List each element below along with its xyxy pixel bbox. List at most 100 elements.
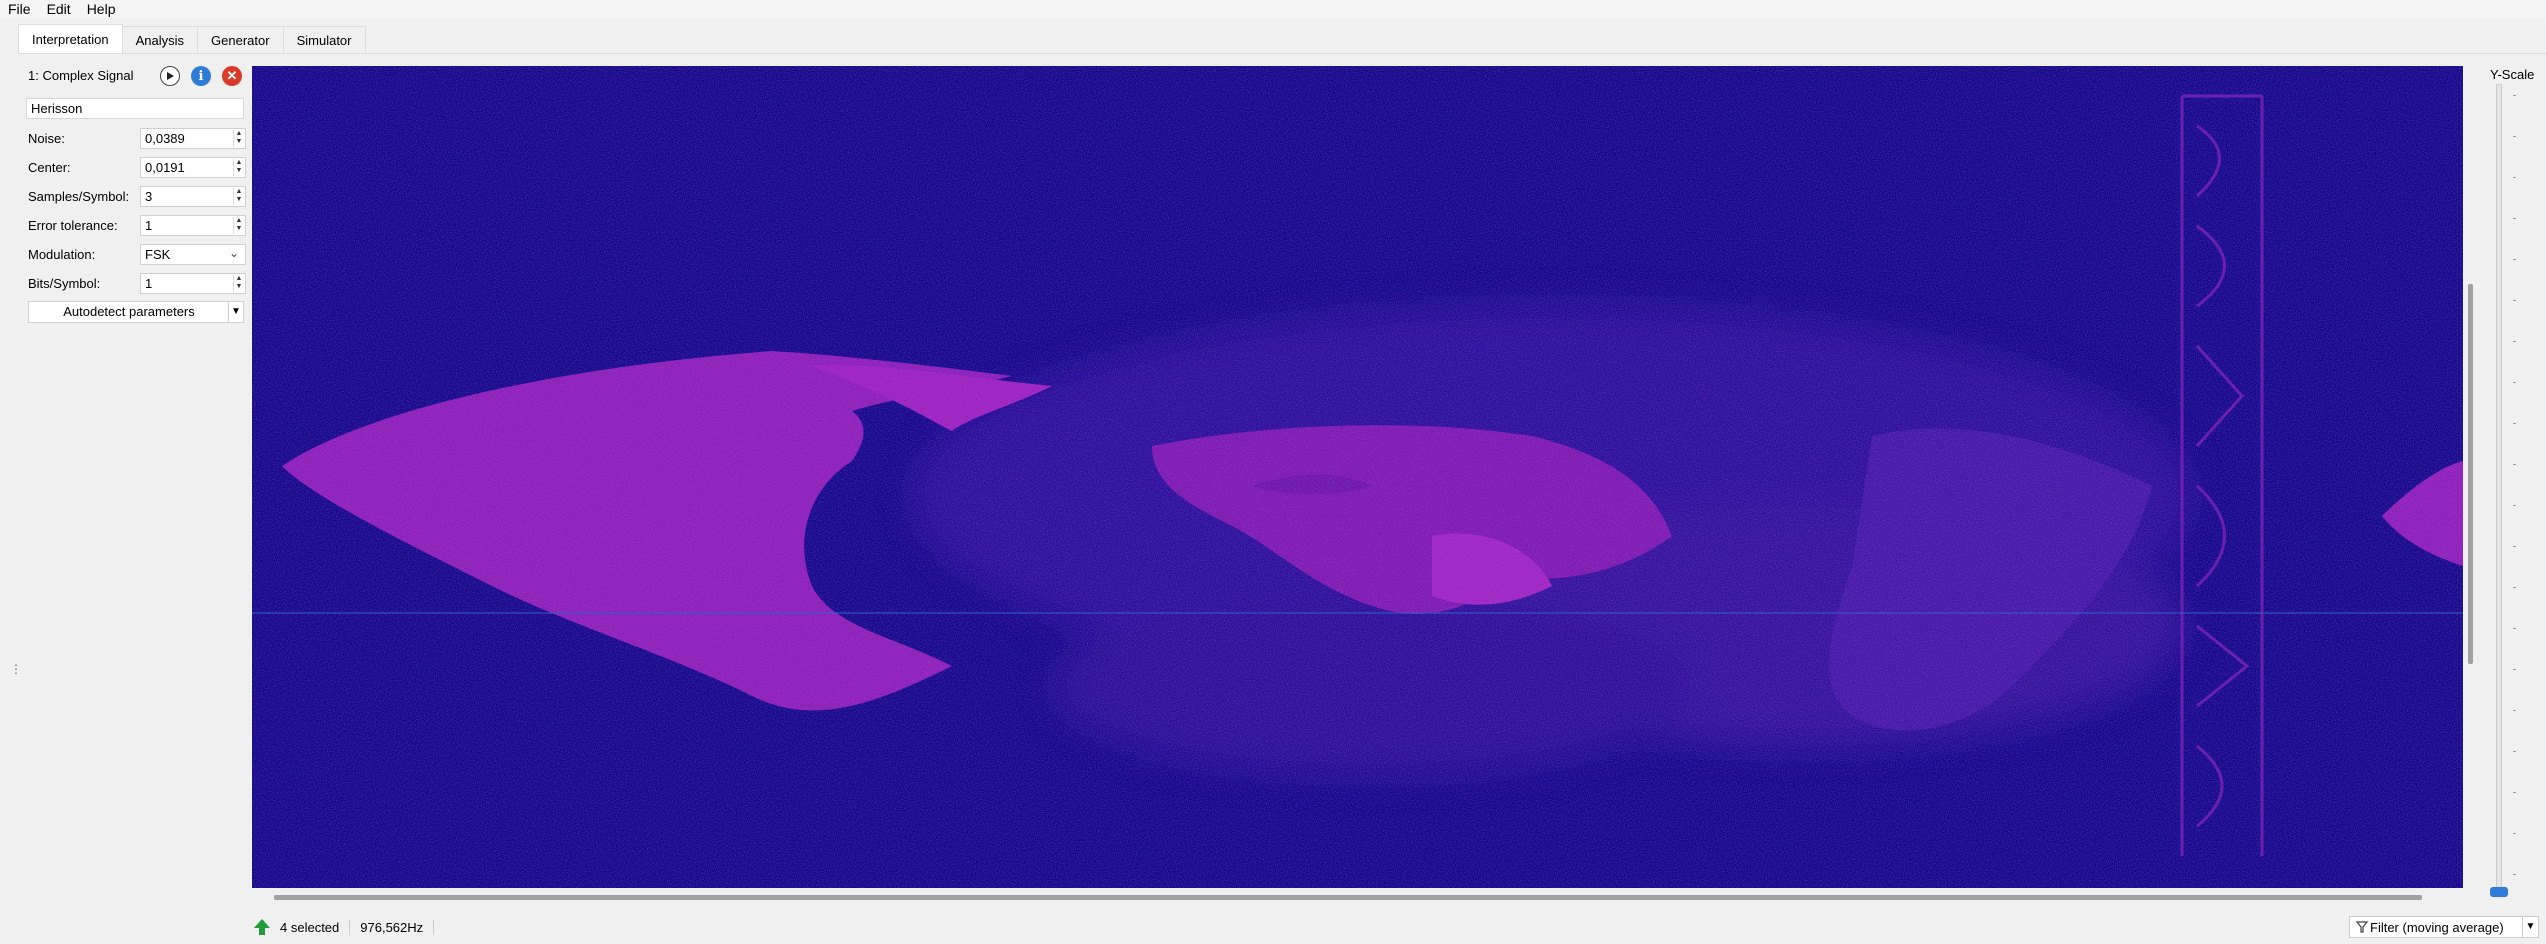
chevron-up-icon[interactable]: ▲ xyxy=(234,275,244,283)
y-scale-tick xyxy=(2513,792,2516,793)
close-signal-button[interactable]: ✕ xyxy=(222,66,242,86)
noise-row: Noise: 0,0389 ▲ ▼ xyxy=(28,128,248,150)
autodetect-label[interactable]: Autodetect parameters xyxy=(29,302,229,322)
tab-simulator[interactable]: Simulator xyxy=(282,26,366,53)
chevron-down-icon[interactable]: ▼ xyxy=(234,283,244,291)
y-scale-tick xyxy=(2513,710,2516,711)
y-scale-tick xyxy=(2513,505,2516,506)
signal-name-input[interactable]: Herisson xyxy=(26,98,244,119)
chevron-up-icon[interactable]: ▲ xyxy=(234,217,244,225)
y-scale-handle[interactable] xyxy=(2490,887,2508,897)
menu-bar: File Edit Help xyxy=(0,0,2546,18)
bits-per-symbol-label: Bits/Symbol: xyxy=(28,276,101,291)
spectrogram-image xyxy=(252,66,2463,888)
error-tolerance-label: Error tolerance: xyxy=(28,218,118,233)
info-icon: i xyxy=(198,68,204,84)
center-stepper[interactable]: ▲ ▼ xyxy=(233,159,244,176)
y-scale-label: Y-Scale xyxy=(2490,67,2535,82)
play-icon xyxy=(167,72,174,80)
modulation-label: Modulation: xyxy=(28,247,96,262)
noise-label: Noise: xyxy=(28,131,65,146)
filter-label: Filter (moving average) xyxy=(2370,920,2504,935)
tab-generator[interactable]: Generator xyxy=(197,26,284,53)
y-scale-tick xyxy=(2513,751,2516,752)
center-row: Center: 0,0191 ▲ ▼ xyxy=(28,157,248,179)
bits-per-symbol-value: 1 xyxy=(145,276,153,291)
y-scale-slider[interactable] xyxy=(2496,84,2502,894)
play-button[interactable] xyxy=(160,66,180,86)
menu-file[interactable]: File xyxy=(0,0,39,18)
filter-icon xyxy=(2355,921,2369,933)
menu-edit[interactable]: Edit xyxy=(39,0,79,18)
bits-per-symbol-stepper[interactable]: ▲ ▼ xyxy=(233,275,244,292)
center-value: 0,0191 xyxy=(145,160,185,175)
chevron-down-icon: ⌄ xyxy=(228,246,239,260)
noise-value: 0,0389 xyxy=(145,131,185,146)
chevron-down-icon[interactable]: ▼ xyxy=(234,167,244,175)
bits-per-symbol-spinbox[interactable]: 1 ▲ ▼ xyxy=(140,273,246,294)
horizontal-scrollbar[interactable] xyxy=(252,890,2463,904)
error-tolerance-stepper[interactable]: ▲ ▼ xyxy=(233,217,244,234)
y-scale-tick xyxy=(2513,874,2516,875)
noise-stepper[interactable]: ▲ ▼ xyxy=(233,130,244,147)
autodetect-parameters-button[interactable]: Autodetect parameters ▼ xyxy=(28,301,244,323)
signal-title: 1: Complex Signal xyxy=(28,68,134,83)
menu-help[interactable]: Help xyxy=(79,0,124,18)
info-button[interactable]: i xyxy=(191,66,211,86)
chevron-down-icon[interactable]: ▼ xyxy=(234,196,244,204)
y-scale-tick xyxy=(2513,382,2516,383)
y-scale-tick xyxy=(2513,587,2516,588)
y-scale-tick xyxy=(2513,177,2516,178)
y-scale-tick xyxy=(2513,300,2516,301)
filter-menu-arrow-icon[interactable]: ▼ xyxy=(2522,917,2538,937)
error-tolerance-value: 1 xyxy=(145,218,153,233)
tab-divider xyxy=(18,53,2546,54)
spectrogram-view[interactable] xyxy=(252,66,2463,888)
chevron-up-icon[interactable]: ▲ xyxy=(234,159,244,167)
center-label: Center: xyxy=(28,160,71,175)
modulation-value: FSK xyxy=(145,247,171,262)
chevron-down-icon[interactable]: ▼ xyxy=(234,138,244,146)
y-scale-tick xyxy=(2513,341,2516,342)
chevron-down-icon[interactable]: ▼ xyxy=(234,225,244,233)
modulation-select[interactable]: FSK ⌄ xyxy=(140,244,246,265)
chevron-up-icon[interactable]: ▲ xyxy=(234,130,244,138)
y-scale-tick xyxy=(2513,464,2516,465)
horizontal-scroll-thumb[interactable] xyxy=(274,895,2422,900)
status-bar: 4 selected 976,562Hz xyxy=(252,914,435,940)
close-icon: ✕ xyxy=(226,68,238,83)
y-scale-tick xyxy=(2513,423,2516,424)
autodetect-menu-arrow-icon[interactable]: ▼ xyxy=(228,302,243,322)
tab-interpretation[interactable]: Interpretation xyxy=(18,24,123,53)
vertical-scrollbar[interactable] xyxy=(2466,66,2476,888)
y-scale-tick xyxy=(2513,833,2516,834)
frequency-readout: 976,562Hz xyxy=(350,919,435,935)
y-scale-tick xyxy=(2513,546,2516,547)
y-scale-tick xyxy=(2513,136,2516,137)
filter-button[interactable]: Filter (moving average) ▼ xyxy=(2349,916,2539,938)
samples-per-symbol-stepper[interactable]: ▲ ▼ xyxy=(233,188,244,205)
error-tolerance-spinbox[interactable]: 1 ▲ ▼ xyxy=(140,215,246,236)
chevron-up-icon[interactable]: ▲ xyxy=(234,188,244,196)
error-tolerance-row: Error tolerance: 1 ▲ ▼ xyxy=(28,215,248,237)
vertical-scroll-thumb[interactable] xyxy=(2468,284,2473,664)
main-tabs: Interpretation Analysis Generator Simula… xyxy=(18,24,366,54)
samples-per-symbol-spinbox[interactable]: 3 ▲ ▼ xyxy=(140,186,246,207)
y-scale-tick xyxy=(2513,259,2516,260)
spectrogram-noise xyxy=(252,66,2463,888)
modulation-row: Modulation: FSK ⌄ xyxy=(28,244,248,266)
samples-per-symbol-value: 3 xyxy=(145,189,153,204)
noise-spinbox[interactable]: 0,0389 ▲ ▼ xyxy=(140,128,246,149)
center-spinbox[interactable]: 0,0191 ▲ ▼ xyxy=(140,157,246,178)
splitter-handle[interactable]: ⋮ xyxy=(10,662,22,676)
y-scale-tick xyxy=(2513,95,2516,96)
samples-per-symbol-label: Samples/Symbol: xyxy=(28,189,130,204)
bits-per-symbol-row: Bits/Symbol: 1 ▲ ▼ xyxy=(28,273,248,295)
selection-count: 4 selected xyxy=(280,919,351,935)
tab-analysis[interactable]: Analysis xyxy=(121,26,199,53)
y-scale-tick xyxy=(2513,628,2516,629)
up-arrow-icon[interactable] xyxy=(252,917,272,937)
y-scale-tick xyxy=(2513,218,2516,219)
samples-per-symbol-row: Samples/Symbol: 3 ▲ ▼ xyxy=(28,186,248,208)
y-scale-tick xyxy=(2513,669,2516,670)
